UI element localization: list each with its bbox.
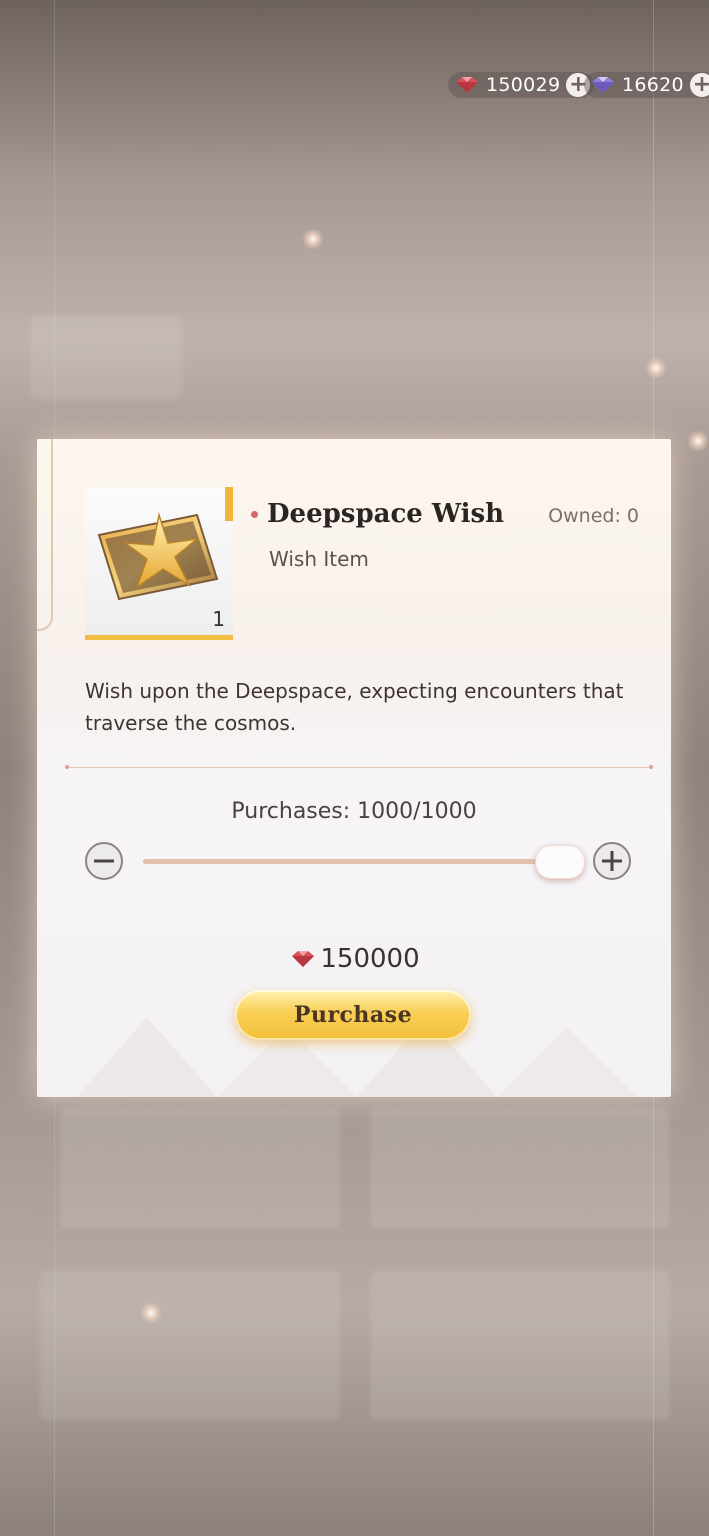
item-tag (225, 487, 233, 521)
plus-icon (602, 851, 622, 871)
minus-icon (94, 859, 114, 863)
purchase-button[interactable]: Purchase (235, 990, 471, 1040)
sparkle-icon (687, 430, 709, 452)
slider-thumb[interactable] (535, 845, 585, 879)
purple-crystal-icon (588, 74, 618, 96)
background-panel (370, 1270, 670, 1420)
item-count: 1 (212, 607, 225, 631)
currency-crystals: 16620 + (584, 70, 709, 100)
divider (65, 765, 653, 769)
item-name: Deepspace Wish (267, 499, 505, 529)
background-panel (60, 1108, 340, 1228)
item-description: Wish upon the Deepspace, expecting encou… (85, 679, 624, 735)
decorative-frame (37, 439, 53, 631)
item-thumbnail: 1 (85, 487, 233, 640)
red-diamond-icon (452, 74, 482, 96)
purchase-dialog: 1 Deepspace Wish Wish Item Owned: 0 Wish… (37, 439, 671, 1097)
item-type: Wish Item (269, 547, 369, 571)
diamond-count: 150029 (486, 74, 561, 96)
owned-count: Owned: 0 (548, 505, 639, 527)
increase-quantity-button[interactable] (593, 842, 631, 880)
background-panel (370, 1108, 670, 1228)
price-value: 150000 (320, 944, 420, 974)
quantity-slider[interactable] (143, 845, 585, 879)
crystal-count: 16620 (622, 74, 684, 96)
add-crystals-button[interactable]: + (689, 73, 709, 97)
decrease-quantity-button[interactable] (85, 842, 123, 880)
red-diamond-icon (288, 948, 318, 970)
purchases-label: Purchases: 1000/1000 (231, 799, 477, 824)
slider-fill (143, 859, 559, 864)
wish-star-ticket-icon (97, 512, 219, 601)
currency-diamonds: 150029 + (448, 70, 595, 100)
background-panel (30, 315, 182, 399)
sparkle-icon (302, 228, 324, 250)
total-price: 150000 (37, 944, 671, 974)
bullet-dot (251, 511, 258, 518)
background-panel (40, 1270, 340, 1420)
sparkle-icon (140, 1302, 162, 1324)
sparkle-icon (645, 357, 667, 379)
